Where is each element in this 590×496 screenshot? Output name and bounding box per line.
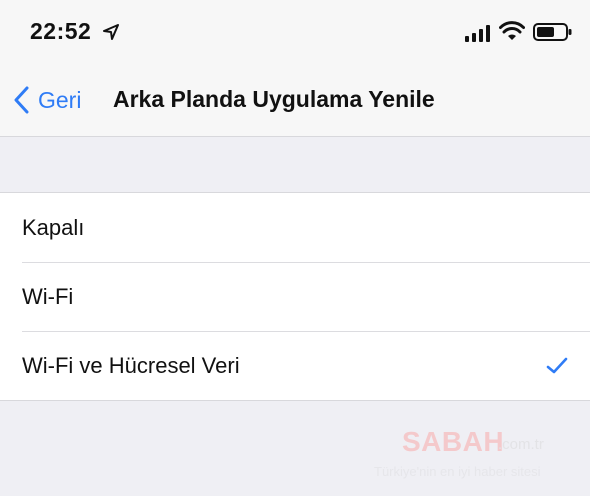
back-label: Geri bbox=[38, 86, 82, 113]
options-list: Kapalı Wi-Fi Wi-Fi ve Hücresel Veri bbox=[0, 192, 590, 401]
option-label: Wi-Fi ve Hücresel Veri bbox=[22, 353, 240, 378]
watermark-domain: .com.tr bbox=[498, 436, 544, 453]
option-wifi-cellular[interactable]: Wi-Fi ve Hücresel Veri bbox=[0, 331, 590, 400]
checkmark-icon bbox=[546, 357, 568, 374]
status-time: 22:52 bbox=[30, 18, 92, 44]
page-title: Arka Planda Uygulama Yenile bbox=[113, 86, 435, 112]
back-button[interactable]: Geri bbox=[12, 82, 81, 118]
watermark-tagline: Türkiye'nin en iyi haber sitesi bbox=[374, 464, 541, 479]
watermark: SABAH .com.tr Türkiye'nin en iyi haber s… bbox=[374, 424, 588, 484]
option-off[interactable]: Kapalı bbox=[0, 193, 590, 262]
option-wifi[interactable]: Wi-Fi bbox=[0, 262, 590, 331]
cellular-signal-icon bbox=[465, 25, 490, 42]
battery-icon bbox=[533, 23, 572, 41]
option-label: Wi-Fi bbox=[22, 284, 74, 309]
option-label: Kapalı bbox=[22, 215, 85, 240]
top-bar: 22:52 Geri Arka Planda Uygulama Yenile bbox=[0, 0, 590, 137]
watermark-brand: SABAH bbox=[402, 426, 505, 457]
wifi-icon bbox=[499, 21, 525, 40]
chevron-left-icon bbox=[14, 86, 29, 114]
location-arrow-icon bbox=[103, 24, 119, 40]
